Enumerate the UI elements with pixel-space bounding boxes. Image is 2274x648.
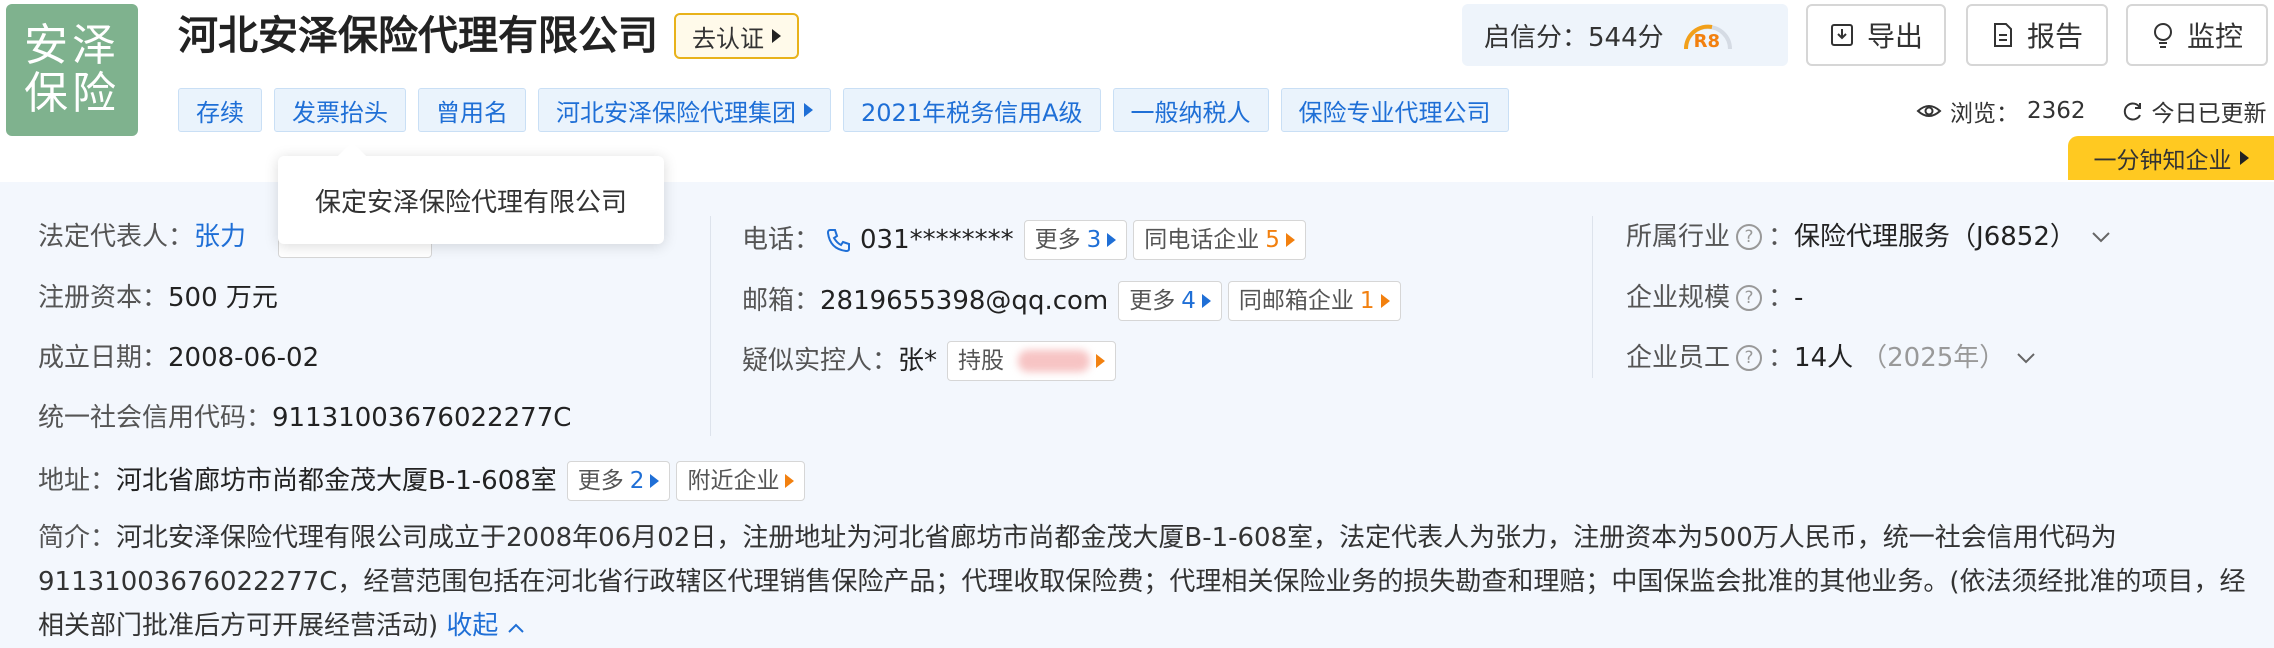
gauge-icon: R8 [1678,15,1738,55]
tag-invoice-title[interactable]: 发票抬头 [274,88,406,132]
tag-former-name[interactable]: 曾用名 [418,88,526,132]
triangle-right-icon [2239,151,2249,165]
phone-icon [827,229,851,253]
monitor-button[interactable]: 监控 [2126,4,2268,66]
triangle-right-icon [1285,233,1295,247]
one-minute-know-button[interactable]: 一分钟知企业 [2068,136,2274,180]
logo-line-2: 保险 [24,68,120,119]
tag-status[interactable]: 存续 [178,88,262,132]
chevron-down-icon[interactable] [2015,351,2037,365]
updated-status: 今日已更新 [2151,101,2267,127]
company-summary: 简介：河北安泽保险代理有限公司成立于2008年06月02日，注册地址为河北省廊坊… [38,523,2246,641]
company-name: 河北安泽保险代理有限公司 [178,13,658,59]
score-label: 启信分：544分 [1484,22,1664,53]
document-icon [1993,23,2012,47]
score-rank: R8 [1693,31,1721,52]
verify-label: 去认证 [692,24,764,53]
tag-list: 存续 发票抬头 曾用名 河北安泽保险代理集团 2021年税务信用A级 一般纳税人… [178,88,1509,132]
phone-row: 电话： 031******** 更多 3 同电话企业 5 [742,220,1306,260]
collapse-link[interactable]: 收起 [446,611,524,641]
refresh-icon[interactable] [2122,100,2144,122]
address-row: 地址： 河北省廊坊市尚都金茂大厦B-1-608室 更多 2 附近企业 [38,461,806,501]
tag-insurance-agency[interactable]: 保险专业代理公司 [1280,88,1509,132]
same-email-button[interactable]: 同邮箱企业 1 [1227,281,1401,321]
help-icon[interactable]: ? [1736,345,1763,371]
phone-more-button[interactable]: 更多 3 [1023,220,1128,260]
views-info: 浏览： 2362 今日已更新 [1916,94,2267,128]
triangle-right-icon [650,474,660,488]
company-logo: 安泽 保险 [6,4,138,136]
shareholding-button[interactable]: 持股 [947,341,1117,381]
address-more-button[interactable]: 更多 2 [566,461,671,501]
triangle-right-icon [1096,354,1106,368]
export-button[interactable]: 导出 [1806,4,1946,66]
triangle-right-icon [772,29,781,43]
views-count: 2362 [2027,98,2086,124]
controller-row: 疑似实控人： 张* 持股 [742,341,1117,381]
help-icon[interactable]: ? [1736,224,1763,250]
reg-capital-row: 注册资本： 500 万元 [38,283,278,313]
column-divider [1592,216,1593,378]
legal-rep-row: 法定代表人： 张力 [38,220,247,254]
tag-group[interactable]: 河北安泽保险代理集团 [538,88,831,132]
triangle-right-icon [804,103,813,117]
legal-rep-link[interactable]: 张力 [194,220,246,254]
blurred-value [1018,350,1091,372]
email-row: 邮箱： 2819655398@qq.com 更多 4 同邮箱企业 1 [742,281,1401,321]
credit-score-box[interactable]: 启信分：544分 R8 [1462,4,1788,66]
summary-text: 河北安泽保险代理有限公司成立于2008年06月02日，注册地址为河北省廊坊市尚都… [38,523,2246,641]
triangle-right-icon [1107,233,1117,247]
found-date-row: 成立日期： 2008-06-02 [38,343,320,373]
logo-line-1: 安泽 [24,20,120,71]
nearby-companies-button[interactable]: 附近企业 [676,461,806,501]
help-icon[interactable]: ? [1736,285,1763,311]
chevron-up-icon [507,623,524,633]
chevron-down-icon[interactable] [2090,230,2112,244]
same-phone-button[interactable]: 同电话企业 5 [1133,220,1306,260]
scale-row: 企业规模?： - [1626,283,1804,313]
eye-icon [1916,105,1942,117]
download-icon [1830,24,1853,46]
triangle-right-icon [1380,294,1390,308]
report-button[interactable]: 报告 [1966,4,2108,66]
credit-code-row: 统一社会信用代码： 91131003676022277C [38,403,572,433]
verify-button[interactable]: 去认证 [674,13,799,59]
triangle-right-icon [1201,294,1211,308]
tag-tax-credit[interactable]: 2021年税务信用A级 [843,88,1101,132]
tag-taxpayer[interactable]: 一般纳税人 [1112,88,1269,132]
column-divider [710,216,711,436]
staff-row: 企业员工?： 14人 （2025年） [1626,341,2037,375]
triangle-right-icon [785,474,795,488]
email-more-button[interactable]: 更多 4 [1118,281,1222,321]
bulb-icon [2153,23,2172,48]
former-name-tooltip: 保定安泽保险代理有限公司 [278,156,664,244]
industry-row: 所属行业?： 保险代理服务（J6852） [1626,220,2112,254]
